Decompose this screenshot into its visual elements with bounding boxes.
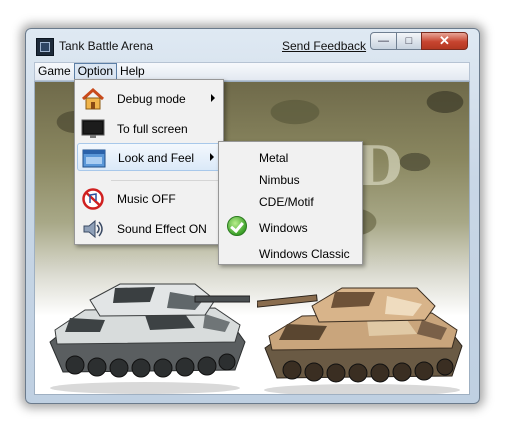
submenu-arrow-icon	[211, 94, 215, 102]
close-icon: ✕	[439, 33, 450, 48]
menu-item-music-off[interactable]: Music OFF	[77, 185, 221, 213]
minimize-button[interactable]: —	[370, 32, 397, 50]
menu-item-full-screen[interactable]: To full screen	[77, 115, 221, 143]
menu-item-label: Sound Effect ON	[117, 222, 207, 236]
sound-icon	[83, 219, 103, 239]
menu-item-look-and-feel[interactable]: Look and Feel	[77, 143, 221, 171]
menu-item-label: Look and Feel	[118, 151, 195, 165]
monitor-icon	[81, 119, 105, 138]
laf-item-nimbus[interactable]: Nimbus	[221, 168, 360, 190]
laf-item-cde-motif[interactable]: CDE/Motif	[221, 190, 360, 212]
laf-item-label: Nimbus	[259, 173, 300, 187]
right-tank-image	[257, 287, 463, 394]
laf-item-label: Metal	[259, 151, 289, 165]
title-bar[interactable]: Tank Battle Arena Send Feedback — □ ✕	[26, 29, 479, 62]
close-button[interactable]: ✕	[421, 32, 468, 50]
menu-game[interactable]: Game	[35, 63, 74, 80]
menu-item-label: Music OFF	[117, 192, 176, 206]
laf-item-label: Windows	[259, 221, 308, 235]
left-tank-image	[49, 283, 250, 394]
option-menu-dropdown: Debug mode To full screen Look and Feel …	[74, 79, 224, 245]
laf-item-metal[interactable]: Metal	[221, 146, 360, 168]
app-icon	[36, 38, 54, 56]
menu-option[interactable]: Option	[73, 63, 118, 80]
laf-item-label: Windows Classic	[259, 247, 350, 261]
window-icon	[82, 149, 106, 168]
window-title: Tank Battle Arena	[59, 39, 154, 53]
checkmark-icon	[227, 216, 247, 236]
menu-separator	[111, 180, 219, 181]
maximize-icon: □	[405, 35, 413, 47]
menu-item-debug-mode[interactable]: Debug mode	[77, 85, 221, 113]
submenu-arrow-icon	[210, 153, 214, 161]
maximize-button[interactable]: □	[396, 32, 422, 50]
menu-help[interactable]: Help	[117, 63, 148, 80]
laf-item-windows-classic[interactable]: Windows Classic	[221, 242, 360, 264]
send-feedback-link[interactable]: Send Feedback	[282, 39, 366, 53]
laf-item-windows[interactable]: Windows	[221, 216, 360, 238]
menu-item-label: Debug mode	[117, 92, 186, 106]
menu-item-label: To full screen	[117, 122, 188, 136]
look-and-feel-submenu: Metal Nimbus CDE/Motif Windows Windows C…	[218, 141, 363, 265]
menu-item-sound-effect-on[interactable]: Sound Effect ON	[77, 215, 221, 243]
no-music-icon	[82, 188, 104, 210]
laf-item-label: CDE/Motif	[259, 195, 314, 209]
minimize-icon: —	[378, 35, 389, 47]
home-icon	[81, 88, 105, 110]
